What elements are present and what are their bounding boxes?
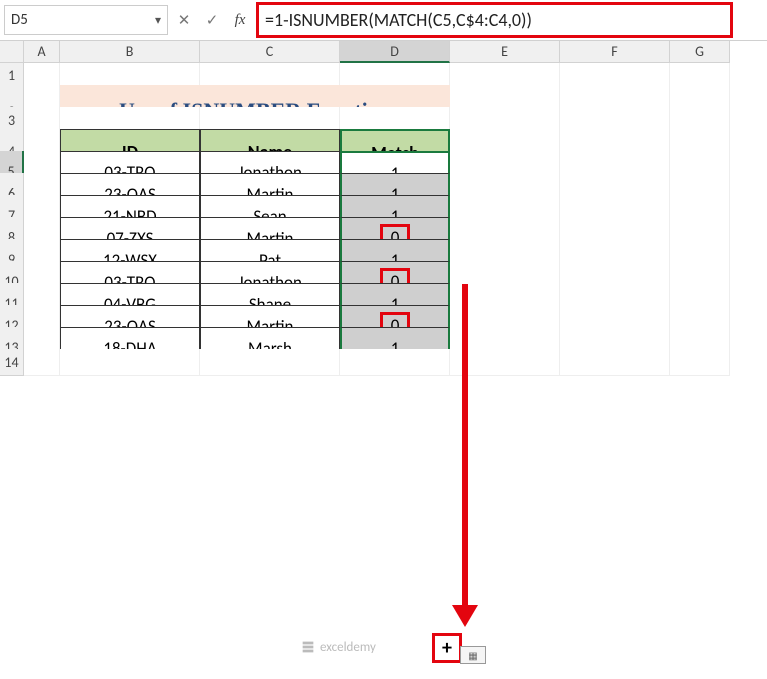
col-header-G[interactable]: G — [670, 41, 730, 63]
watermark: exceldemy — [300, 639, 376, 655]
enter-icon[interactable]: ✓ — [200, 8, 224, 32]
row-header-14[interactable]: 14 — [0, 349, 24, 376]
cell-G14[interactable] — [670, 349, 730, 376]
cancel-icon[interactable]: ✕ — [172, 8, 196, 32]
formula-input[interactable]: =1-ISNUMBER(MATCH(C5,C$4:C4,0)) — [256, 2, 733, 38]
cell-A14[interactable] — [24, 349, 60, 376]
fx-icon[interactable]: fx — [228, 8, 252, 32]
formula-bar-row: D5 ▾ ✕ ✓ fx =1-ISNUMBER(MATCH(C5,C$4:C4,… — [0, 0, 767, 41]
col-header-A[interactable]: A — [24, 41, 60, 63]
cell-C14[interactable] — [200, 349, 340, 376]
cell-F14[interactable] — [560, 349, 670, 376]
col-header-B[interactable]: B — [60, 41, 200, 63]
watermark-icon — [300, 639, 316, 655]
formula-text: =1-ISNUMBER(MATCH(C5,C$4:C4,0)) — [265, 9, 532, 31]
fill-cursor-icon: + — [442, 638, 452, 658]
chevron-down-icon[interactable]: ▾ — [155, 13, 161, 28]
cell-D14[interactable] — [340, 349, 450, 376]
name-box[interactable]: D5 ▾ — [4, 5, 168, 35]
col-header-D[interactable]: D — [340, 41, 450, 63]
autofill-options-button[interactable]: ▦ — [460, 646, 486, 664]
col-header-E[interactable]: E — [450, 41, 560, 63]
spreadsheet-grid[interactable]: + ▦ exceldemy ABCDEFG12Use of ISNUMBER F… — [0, 41, 767, 371]
col-header-C[interactable]: C — [200, 41, 340, 63]
fill-down-arrow — [462, 284, 468, 622]
cell-B14[interactable] — [60, 349, 200, 376]
fill-handle[interactable]: + — [432, 633, 462, 663]
select-all-corner[interactable] — [0, 41, 24, 63]
name-box-value: D5 — [11, 11, 155, 29]
col-header-F[interactable]: F — [560, 41, 670, 63]
